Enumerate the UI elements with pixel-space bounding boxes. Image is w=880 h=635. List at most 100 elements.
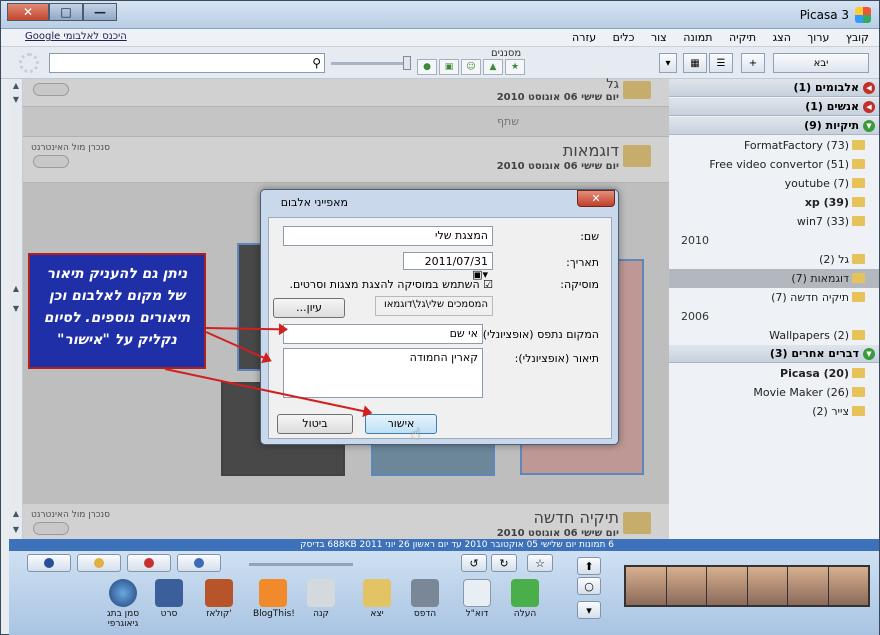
tray-thumbnail[interactable] (828, 567, 868, 605)
date-picker[interactable]: 2011/07/31 ▣▾ (403, 252, 493, 281)
sidebar-section-other[interactable]: ▼ דברים אחרים (3) (669, 345, 879, 363)
tray-thumbnail[interactable] (788, 567, 828, 605)
upload-icon (511, 579, 539, 607)
people-button[interactable] (177, 554, 221, 572)
uploaded-filter-icon[interactable]: ▲ (483, 59, 503, 75)
folder-label: youtube (7) (784, 177, 849, 190)
blogthis-button[interactable]: BlogThis! (253, 579, 295, 619)
scroll-page-up-icon[interactable]: ▲ (10, 284, 22, 296)
collapsed-arrow-icon: ◀ (863, 82, 875, 94)
sidebar-item-gal[interactable]: גל (2) (669, 250, 879, 269)
music-checkbox-label: השתמש במוסיקה להצגת מצגות וסרטים. (289, 278, 480, 291)
search-input[interactable]: ⚲ (49, 53, 325, 73)
tray-thumbnail[interactable] (626, 567, 666, 605)
hold-button[interactable]: ⬆ (577, 557, 601, 575)
scroll-up-icon[interactable]: ▲ (10, 81, 22, 93)
scroll-bottom-down-icon[interactable]: ▼ (10, 525, 22, 537)
tags-button[interactable] (77, 554, 121, 572)
folder-label: Free video convertor (51) (709, 158, 849, 171)
zoom-slider[interactable] (249, 563, 353, 566)
sidebar-item-video-convertor[interactable]: Free video convertor (51) (669, 155, 879, 174)
import-button[interactable]: יבא (773, 53, 869, 73)
shop-icon (307, 579, 335, 607)
star-filter-icon[interactable]: ★ (505, 59, 525, 75)
sidebar-item-win7[interactable]: win7 (33) (669, 212, 879, 231)
sidebar-item-picasa[interactable]: Picasa (20) (669, 364, 879, 383)
export-button[interactable]: יצא (357, 579, 397, 619)
close-window-button[interactable]: ✕ (7, 3, 49, 21)
sidebar-section-folders[interactable]: ▼ תיקיות (9) (669, 117, 879, 135)
collage-button[interactable]: קולאז' (199, 579, 239, 619)
menu-create[interactable]: צור (651, 29, 667, 47)
cancel-button[interactable]: ביטול (277, 414, 353, 434)
menu-help[interactable]: עזרה (572, 29, 596, 47)
sidebar-item-movie-maker[interactable]: Movie Maker (26) (669, 383, 879, 402)
geotag-filter-icon[interactable]: ● (417, 59, 437, 75)
folder-icon (852, 254, 865, 264)
album-name-field[interactable]: המצגת שלי (283, 226, 493, 246)
ok-button[interactable]: אישור (365, 414, 437, 434)
minimize-button[interactable]: — (83, 3, 117, 21)
sidebar-item-xp[interactable]: xp (39) (669, 193, 879, 212)
browse-button[interactable]: עיון... (273, 298, 345, 318)
left-scrollbar[interactable]: ▲ ▼ ▲ ▼ ▲ ▼ (9, 79, 23, 541)
tray-thumbnail[interactable] (747, 567, 787, 605)
faces-filter-icon[interactable]: ☺ (461, 59, 481, 75)
shop-button[interactable]: קנה (301, 579, 341, 619)
filter-buttons: ● ▣ ☺ ▲ ★ (417, 59, 525, 75)
list-view-icon[interactable]: ☰ (709, 53, 733, 73)
sidebar-item-formatfactory[interactable]: FormatFactory (73) (669, 136, 879, 155)
menu-edit[interactable]: ערוך (807, 29, 829, 47)
filter-slider[interactable] (331, 56, 411, 70)
status-bar: 6 תמונות יום שלישי 05 אוקטובר 2010 עד יו… (9, 539, 879, 551)
loading-spinner-icon (19, 53, 39, 73)
sidebar-item-wallpapers[interactable]: Wallpapers (2) (669, 326, 879, 345)
sidebar-item-paint[interactable]: צייר (2) (669, 402, 879, 421)
folder-icon (852, 140, 865, 150)
import-label: יבא (813, 57, 829, 69)
menu-folder[interactable]: תיקיה (729, 29, 756, 47)
view-options-button[interactable]: ▾ (659, 53, 677, 73)
location-field[interactable]: אי שם (283, 324, 483, 344)
scroll-bottom-up-icon[interactable]: ▲ (10, 509, 22, 521)
folder-icon (852, 406, 865, 416)
scroll-down-icon[interactable]: ▼ (10, 95, 22, 107)
menu-file[interactable]: קובץ (846, 29, 869, 47)
places-button[interactable] (127, 554, 171, 572)
scroll-page-down-icon[interactable]: ▼ (10, 304, 22, 316)
movie-button[interactable]: סרט (149, 579, 189, 619)
music-option[interactable]: ☑ השתמש במוסיקה להצגת מצגות וסרטים. (290, 278, 493, 291)
google-signin-link[interactable]: Google היכנס לאלבומי (25, 31, 127, 42)
print-button[interactable]: הדפס (405, 579, 445, 619)
rotate-left-button[interactable]: ↺ (461, 554, 487, 572)
folder-icon (852, 273, 865, 283)
grid-view-icon[interactable]: ▦ (683, 53, 707, 73)
sidebar-section-albums[interactable]: ◀ אלבומים (1) (669, 79, 879, 97)
description-field[interactable]: קארין החמודה (283, 348, 483, 398)
dialog-close-button[interactable]: ✕ (577, 190, 615, 207)
star-button[interactable]: ☆ (527, 554, 553, 572)
sidebar-item-new-folder[interactable]: תיקיה חדשה (7) (669, 288, 879, 307)
menu-tools[interactable]: כלים (613, 29, 635, 47)
upload-button[interactable]: העלה (505, 579, 545, 619)
menu-picture[interactable]: תמונה (683, 29, 712, 47)
tray-thumbnails[interactable] (624, 565, 870, 607)
info-button[interactable] (27, 554, 71, 572)
sidebar-item-youtube[interactable]: youtube (7) (669, 174, 879, 193)
photo-tray: ↺ ↻ ☆ ⬆ ○ ▾ העלה דוא"ל הדפס יצא קנה Blog… (9, 551, 879, 635)
geotag-button[interactable]: סמן בתג גיאוגרפי (97, 579, 149, 629)
maximize-button[interactable]: □ (49, 3, 83, 21)
tray-thumbnail[interactable] (707, 567, 747, 605)
rotate-right-button[interactable]: ↻ (491, 554, 517, 572)
filter-slider-knob[interactable] (403, 56, 411, 70)
sidebar-item-examples[interactable]: דוגמאות (7) (669, 269, 879, 288)
tray-thumbnail[interactable] (666, 567, 706, 605)
sidebar-section-people[interactable]: ◀ אנשים (1) (669, 98, 879, 116)
clear-button[interactable]: ○ (577, 577, 601, 595)
add-folder-icon[interactable]: + (741, 53, 765, 73)
tool-label: יצא (370, 609, 384, 619)
video-filter-icon[interactable]: ▣ (439, 59, 459, 75)
menu-view[interactable]: הצג (773, 29, 791, 47)
email-button[interactable]: דוא"ל (457, 579, 497, 619)
tray-menu-button[interactable]: ▾ (577, 601, 601, 619)
